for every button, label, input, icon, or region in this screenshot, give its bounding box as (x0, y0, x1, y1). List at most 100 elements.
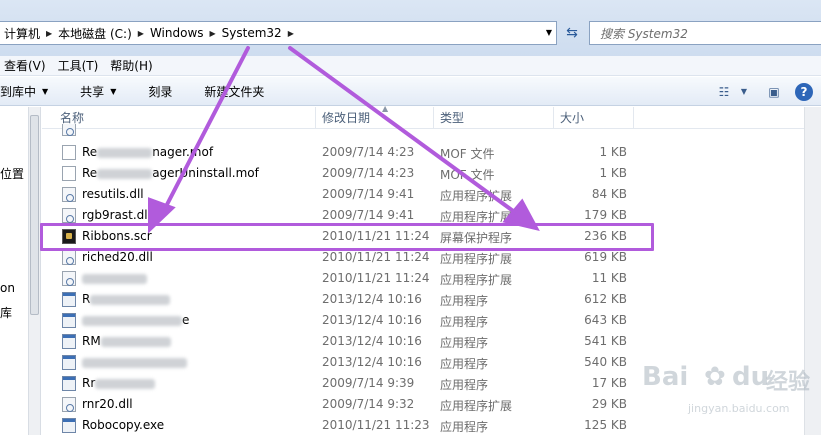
file-date: 2013/12/4 10:16 (322, 313, 422, 327)
address-box[interactable]: 计算机 ▶ 本地磁盘 (C:) ▶ Windows ▶ System32 ▶ ▼ (0, 21, 557, 45)
file-date: 2010/11/21 11:23 (322, 418, 430, 432)
file-name: Robocopy.exe (82, 418, 164, 432)
file-name-text: Rr (82, 376, 96, 390)
file-size: 125 KB (584, 418, 627, 432)
file-date: 2009/7/14 9:39 (322, 376, 415, 390)
navigation-scrollbar[interactable] (28, 107, 41, 435)
redacted-text (97, 168, 153, 179)
breadcrumb-windows[interactable]: Windows (146, 26, 208, 40)
file-date: 2009/7/14 4:23 (322, 166, 415, 180)
menu-tools[interactable]: 工具(T) (54, 57, 107, 74)
file-name: Re nager.mof (82, 145, 213, 159)
redacted-text (95, 378, 156, 389)
table-row[interactable]: 2010/11/21 11:24 应用程序扩展 11 KB (42, 268, 821, 289)
table-row[interactable]: e 2013/12/4 10:16 应用程序 643 KB (42, 310, 821, 331)
file-type: 应用程序 (440, 357, 489, 371)
command-bar: 到库中 ▼ 共享 ▼ 刻录 新建文件夹 ☷ ▼ ▣ ? (0, 77, 821, 106)
file-name-text: resutils.dll (82, 187, 144, 201)
breadcrumb-local-disk[interactable]: 本地磁盘 (C:) (54, 25, 136, 42)
redacted-text (100, 336, 171, 347)
file-name: R (82, 292, 171, 306)
file-type: 应用程序 (440, 315, 489, 329)
column-date-label: 修改日期 (322, 111, 371, 125)
breadcrumb-arrow-icon[interactable]: ▶ (44, 29, 54, 38)
table-row[interactable]: 2013/12/4 10:16 应用程序 540 KB (42, 352, 821, 373)
dll-icon (62, 124, 76, 136)
nav-item-library[interactable]: 库 (0, 304, 12, 321)
nav-item-fragment[interactable]: on (0, 281, 15, 295)
table-row[interactable]: R 2013/12/4 10:16 应用程序 612 KB (42, 289, 821, 310)
file-type: 应用程序扩展 (440, 189, 513, 203)
breadcrumb-arrow-icon[interactable]: ▶ (286, 29, 296, 38)
file-date: 2010/11/21 11:24 (322, 250, 430, 264)
file-date: 2013/12/4 10:16 (322, 292, 422, 306)
search-input[interactable]: 搜索 System32 (589, 21, 821, 45)
breadcrumb-arrow-icon[interactable]: ▶ (208, 29, 218, 38)
view-options-icon[interactable]: ☷ (711, 85, 737, 99)
table-row-partial[interactable] (42, 124, 821, 139)
file-name-text: riched20.dll (82, 250, 153, 264)
menu-bar: 查看(V) 工具(T) 帮助(H) (0, 56, 821, 76)
file-type: MOF 文件 (440, 147, 495, 161)
table-row[interactable]: RM 2013/12/4 10:16 应用程序 541 KB (42, 331, 821, 352)
file-size: 619 KB (584, 250, 627, 264)
file-name-text: R (82, 292, 91, 306)
chevron-down-icon: ▼ (42, 86, 49, 96)
table-row[interactable]: rnr20.dll 2009/7/14 9:32 应用程序扩展 29 KB (42, 394, 821, 415)
file-size: 29 KB (591, 397, 627, 411)
include-in-library-button[interactable]: 到库中 ▼ (0, 83, 58, 100)
file-size: 1 KB (599, 145, 627, 159)
menu-help[interactable]: 帮助(H) (106, 57, 160, 74)
file-size: 540 KB (584, 355, 627, 369)
include-in-library-label: 到库中 (0, 84, 37, 99)
menu-view[interactable]: 查看(V) (0, 57, 54, 74)
address-dropdown-icon[interactable]: ▼ (546, 28, 552, 37)
file-type: 应用程序扩展 (440, 399, 513, 413)
dll-icon (62, 187, 76, 202)
file-name: rgb9rast.dll (82, 208, 151, 222)
exe-icon (62, 313, 76, 328)
file-name-tail: nager.mof (152, 145, 214, 159)
file-size: 11 KB (591, 271, 627, 285)
navigation-scroll-thumb[interactable] (30, 115, 39, 315)
file-name-text: Robocopy.exe (82, 418, 165, 432)
file-name: Re agerUninstall.mof (82, 166, 259, 180)
file-date: 2010/11/21 11:24 (322, 271, 430, 285)
refresh-button[interactable]: ⇆ (559, 21, 585, 45)
file-size: 541 KB (584, 334, 627, 348)
file-date: 2009/7/14 9:41 (322, 187, 415, 201)
table-row[interactable]: resutils.dll 2009/7/14 9:41 应用程序扩展 84 KB (42, 184, 821, 205)
table-row[interactable]: Re nager.mof 2009/7/14 4:23 MOF 文件 1 KB (42, 142, 821, 163)
share-button[interactable]: 共享 ▼ (58, 83, 126, 100)
file-date: 2013/12/4 10:16 (322, 334, 422, 348)
file-name-tail: agerUninstall.mof (152, 166, 259, 180)
table-row[interactable]: Rr 2009/7/14 9:39 应用程序 17 KB (42, 373, 821, 394)
exe-icon (62, 418, 76, 433)
breadcrumb-arrow-icon[interactable]: ▶ (136, 29, 146, 38)
file-list-scrollbar[interactable] (804, 107, 821, 435)
nav-item-location[interactable]: 位置 (0, 165, 24, 182)
burn-label: 刻录 (148, 84, 173, 99)
new-folder-label: 新建文件夹 (204, 84, 265, 99)
file-name: Rr (82, 376, 156, 390)
file-name: e (82, 313, 189, 327)
exe-icon (62, 334, 76, 349)
chevron-down-icon[interactable]: ▼ (737, 87, 751, 96)
file-name-text: RM (82, 334, 101, 348)
new-folder-button[interactable]: 新建文件夹 (182, 83, 274, 100)
burn-button[interactable]: 刻录 (126, 83, 182, 100)
help-icon[interactable]: ? (795, 82, 813, 101)
file-type: 应用程序 (440, 294, 489, 308)
breadcrumb-system32[interactable]: System32 (218, 26, 286, 40)
breadcrumb-computer[interactable]: 计算机 (0, 25, 44, 42)
redacted-text (97, 147, 153, 158)
file-size: 179 KB (584, 208, 627, 222)
preview-pane-icon[interactable]: ▣ (761, 85, 787, 99)
table-row[interactable]: Re agerUninstall.mof 2009/7/14 4:23 MOF 文件 1… (42, 163, 821, 184)
file-name: riched20.dll (82, 250, 153, 264)
column-size-label: 大小 (560, 111, 585, 125)
view-controls: ☷ ▼ ▣ ? (711, 77, 821, 106)
table-row[interactable]: Robocopy.exe 2010/11/21 11:23 应用程序 125 KB (42, 415, 821, 435)
file-name-text: rgb9rast.dll (82, 208, 151, 222)
dll-icon (62, 397, 76, 412)
